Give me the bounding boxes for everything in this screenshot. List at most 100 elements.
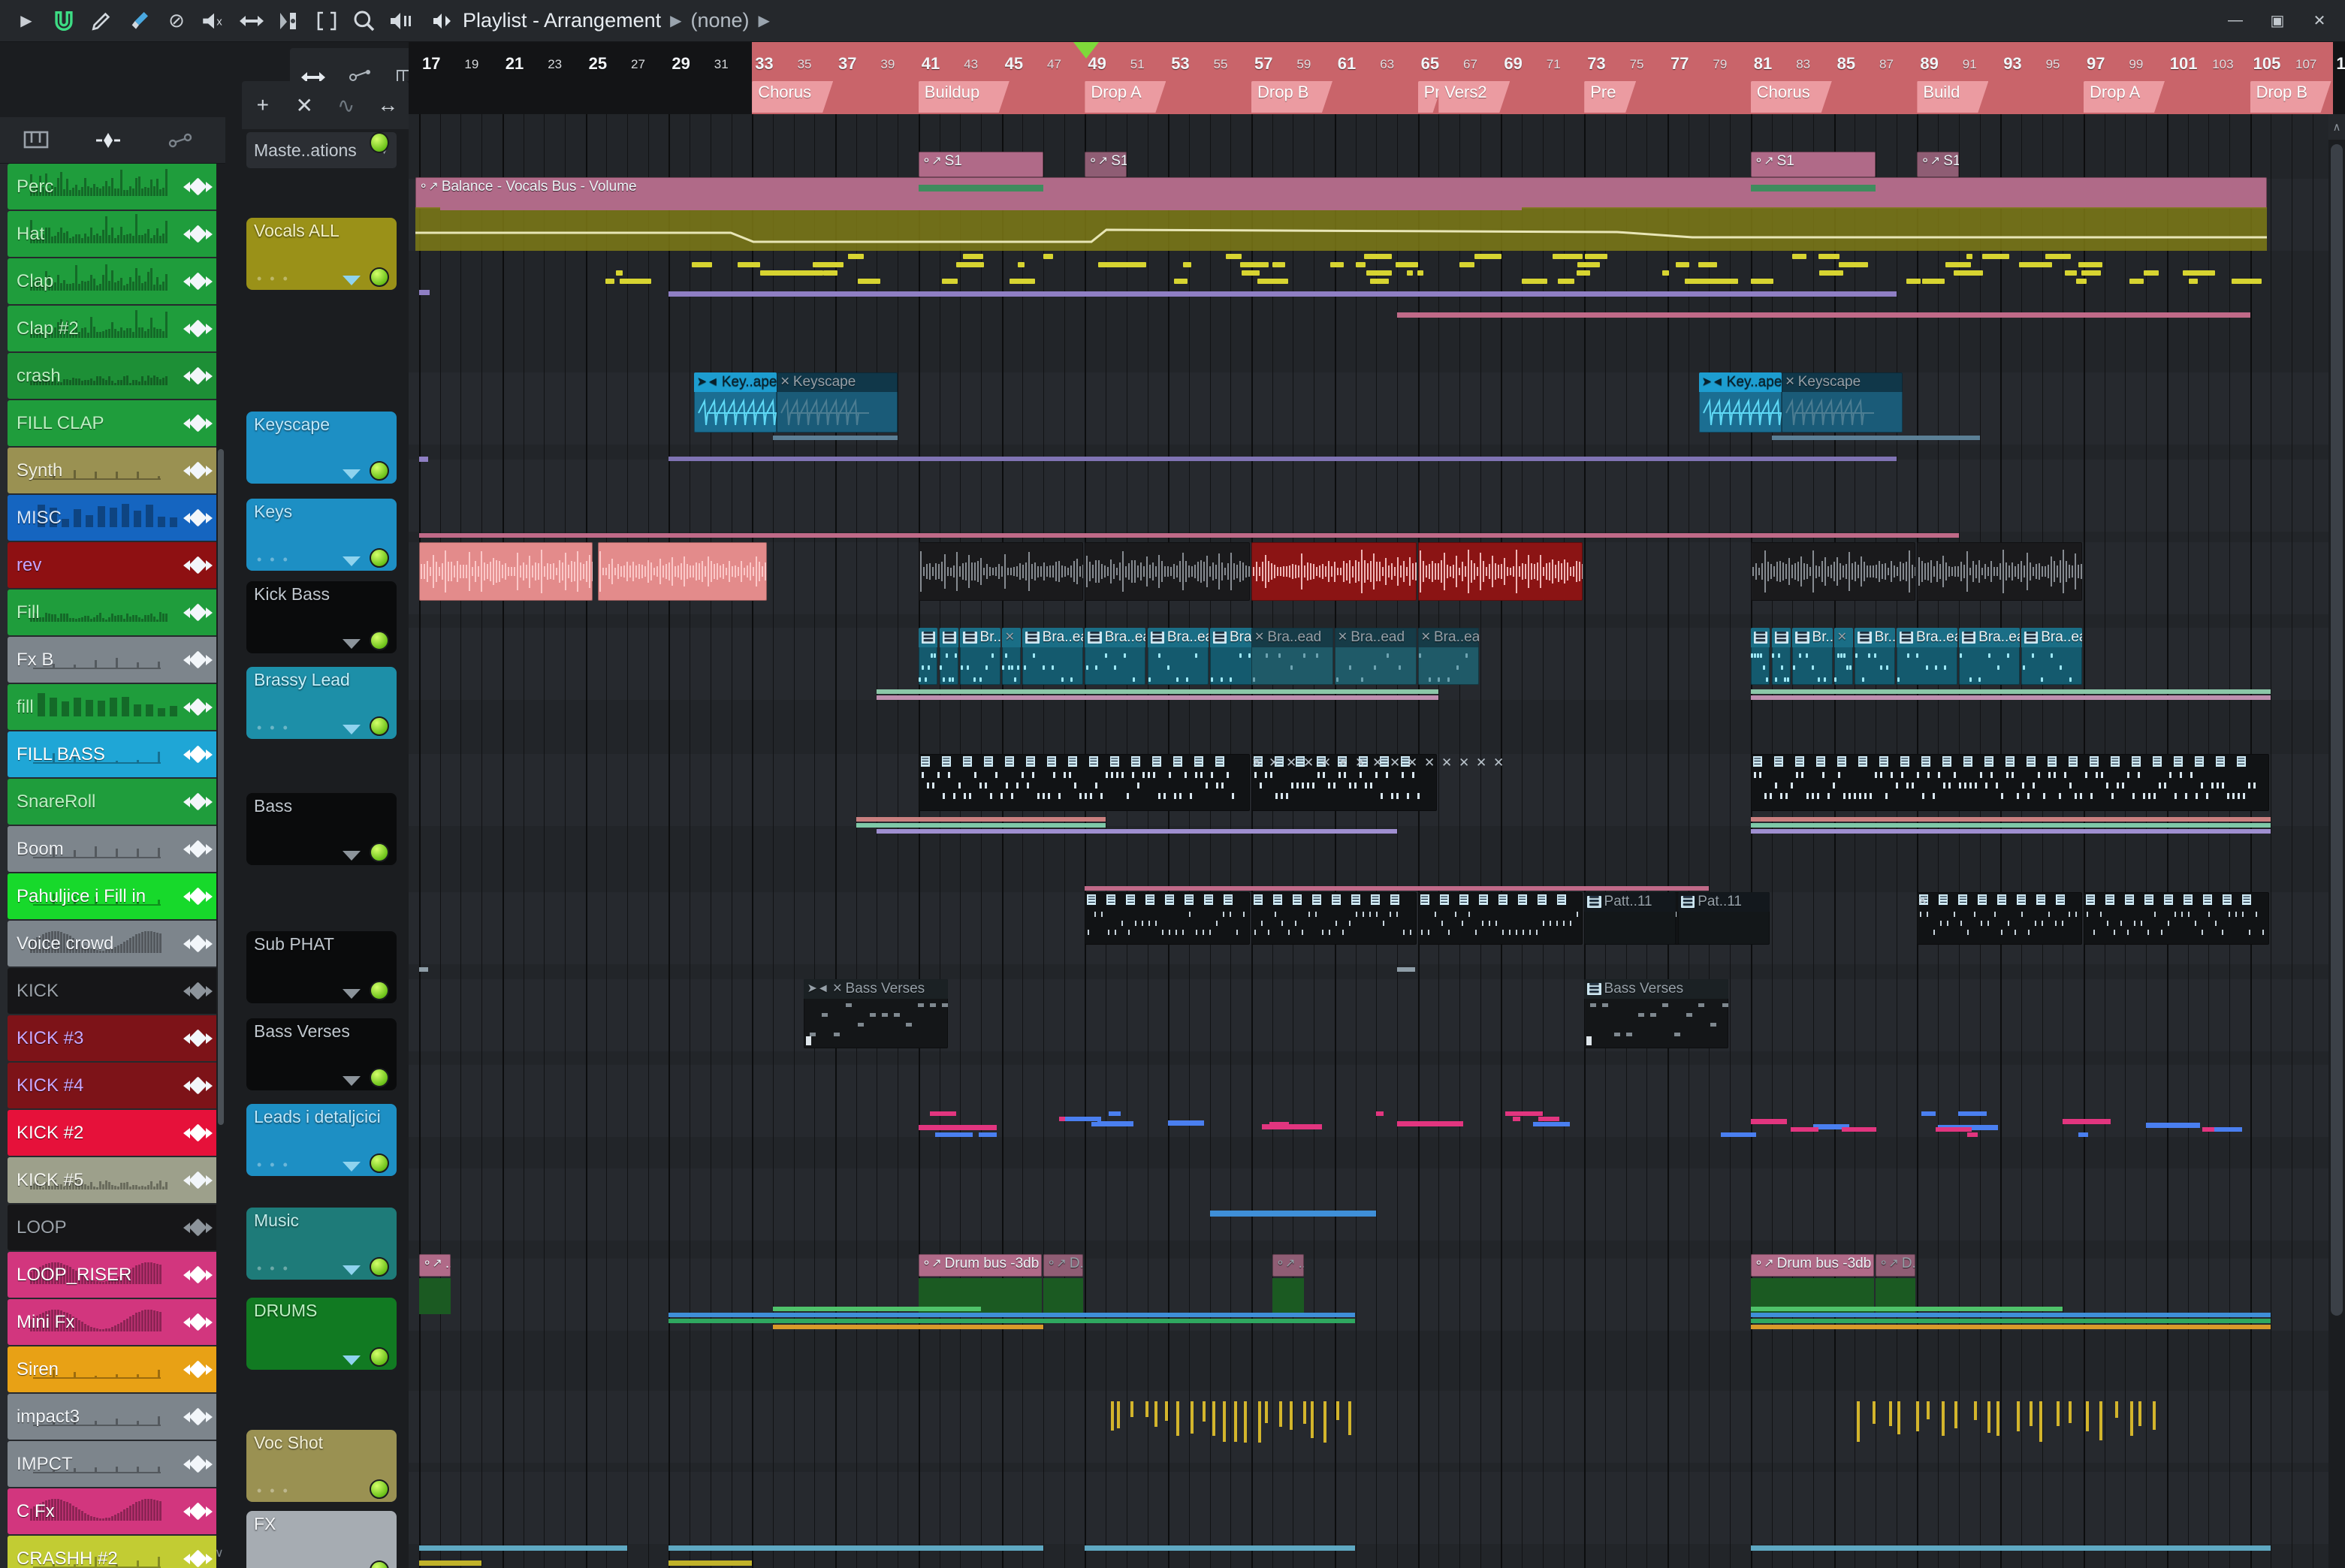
track-enable-led[interactable]	[370, 1153, 389, 1173]
track-enable-led[interactable]	[370, 1068, 389, 1087]
resize-track-button[interactable]: ↔	[367, 81, 409, 129]
clip-sub-phat[interactable]: ☰ ☰ ☰ ☰ ☰ ☰ ☰ ☰	[1417, 892, 1583, 945]
vertical-scrollbar-thumb[interactable]	[2331, 144, 2343, 1316]
channel-item-kick-2[interactable]: KICK #2	[8, 1110, 221, 1156]
track-header-leads-i-detaljcici[interactable]: Leads i detaljcici • • •	[246, 1104, 397, 1176]
automation-clip-drum-bus[interactable]: ⚬↗..b	[419, 1254, 451, 1277]
track-header-kick-bass[interactable]: Kick Bass	[246, 581, 397, 653]
track-enable-led[interactable]	[370, 267, 389, 287]
track-enable-led[interactable]	[370, 461, 389, 481]
timeline-marker[interactable]: Chorus	[1751, 81, 1832, 113]
clip-bass[interactable]: ☰ ☰ ☰ ☰ ☰ ☰ ☰ ☰ ☰ ☰ ☰ ☰ ☰ ☰ ☰	[918, 754, 1250, 811]
channel-pan-knob[interactable]	[180, 934, 215, 954]
channel-item-kick[interactable]: KICK	[8, 968, 221, 1014]
clip-bass-verses[interactable]: ➤◄ ✕ Bass Verses	[804, 979, 949, 1048]
track-header-sub-phat[interactable]: Sub PHAT	[246, 931, 397, 1003]
clip-kick-bass[interactable]	[1251, 542, 1417, 601]
track-menu-chevron-down-icon[interactable]	[343, 1162, 361, 1171]
track-enable-led[interactable]	[370, 631, 389, 650]
playlist-vertical-scrollbar[interactable]: ∧	[2328, 114, 2345, 1568]
track-enable-led[interactable]	[370, 1347, 389, 1367]
channel-pan-knob[interactable]	[180, 177, 215, 197]
track-header-keyscape[interactable]: Keyscape	[246, 412, 397, 484]
track-header-vocals-all[interactable]: Vocals ALL • • •	[246, 218, 397, 290]
channel-item-snareroll[interactable]: SnareRoll	[8, 779, 221, 825]
channel-item-clap-2[interactable]: Clap #2	[8, 306, 221, 351]
zoom-magnifier-icon[interactable]	[346, 2, 383, 40]
channel-item-synth[interactable]: Synth	[8, 448, 221, 493]
clip-sub-phat-pattern[interactable]: ☰ Pat..11	[1677, 892, 1770, 945]
clip-brassy-lead[interactable]: ☰Bra..ead	[1085, 628, 1146, 685]
channel-pan-knob[interactable]	[180, 1123, 215, 1143]
track-menu-chevron-down-icon[interactable]	[343, 725, 361, 734]
select-resize-icon[interactable]	[233, 2, 270, 40]
automation-clip-s1[interactable]: ⚬↗ S1	[1750, 152, 1876, 177]
timeline-marker[interactable]: Drop B	[2250, 81, 2331, 113]
clip-brassy-lead[interactable]: ☰Br..d	[1792, 628, 1833, 685]
clip-sub-phat[interactable]: ☰ ☰ ☰ ☰ ☰ ☰ ☰ ☰	[1917, 892, 2082, 945]
clip-brassy-lead[interactable]: ✕	[1833, 628, 1854, 685]
clip-kick-bass[interactable]	[1750, 542, 1916, 601]
playhead-marker[interactable]	[1073, 42, 1100, 59]
track-header-bass-verses[interactable]: Bass Verses	[246, 1018, 397, 1090]
timeline-marker[interactable]: Drop A	[1085, 81, 1166, 113]
clip-sub-phat-pattern[interactable]: ☰ Patt..11	[1584, 892, 1677, 945]
channel-pan-knob[interactable]	[180, 1076, 215, 1096]
piano-roll-icon[interactable]	[0, 117, 72, 164]
track-menu-chevron-down-icon[interactable]	[343, 276, 361, 285]
channel-pan-knob[interactable]	[180, 650, 215, 670]
automation-clip-drum-bus[interactable]: ⚬↗D..	[1043, 1254, 1084, 1277]
channel-pan-knob[interactable]	[180, 745, 215, 764]
pencil-draw-icon[interactable]	[83, 2, 120, 40]
arrangement-led[interactable]	[370, 132, 389, 153]
timeline-marker[interactable]: Build	[1917, 81, 1988, 113]
track-enable-led[interactable]	[370, 716, 389, 736]
channel-pan-knob[interactable]	[180, 982, 215, 1001]
track-header-voc-shot[interactable]: Voc Shot • • •	[246, 1430, 397, 1502]
automation-clip-drum-bus[interactable]: ⚬↗..b	[1272, 1254, 1304, 1277]
clip-brassy-lead[interactable]: ☰B..	[939, 628, 959, 685]
clip-keyscape[interactable]: ➤◄ Key..ape	[1698, 372, 1782, 433]
channel-item-fill-clap[interactable]: FILL CLAP	[8, 400, 221, 446]
waveform-icon[interactable]	[72, 117, 144, 164]
track-enable-led[interactable]	[370, 843, 389, 862]
channel-item-loop[interactable]: LOOP	[8, 1205, 221, 1250]
slice-cut-icon[interactable]: x	[195, 2, 233, 40]
channel-item-perc[interactable]: Perc	[8, 164, 221, 210]
channel-pan-knob[interactable]	[180, 556, 215, 575]
playlist-grid[interactable]: ⚬↗ Balance - Vocals Bus - Volume ⚬↗ S1 ⚬↗ S1 ⚬…	[409, 114, 2345, 1568]
clip-keyscape[interactable]: ✕ Keyscape	[777, 372, 898, 433]
channel-pan-knob[interactable]	[180, 1029, 215, 1048]
channel-pan-knob[interactable]	[180, 272, 215, 291]
channel-item-fx-b[interactable]: Fx B	[8, 637, 221, 683]
clip-bass[interactable]: ☰ ☰ ☰ ☰ ☰ ☰ ☰ ☰ ☰ ☰ ☰ ☰ ☰ ☰ ☰ ☰ ☰ ☰ ☰ ☰ ☰ ☰ ☰ ☰	[1750, 754, 2270, 811]
timeline-marker[interactable]: Buildup	[919, 81, 1010, 113]
channel-item-voice-crowd[interactable]: Voice crowd	[8, 921, 221, 966]
track-header-keys[interactable]: Keys • • •	[246, 499, 397, 571]
channel-item-crash[interactable]: crash	[8, 353, 221, 399]
channel-item-impact3[interactable]: impact3	[8, 1394, 221, 1440]
channel-pan-knob[interactable]	[180, 366, 215, 386]
channel-pan-knob[interactable]	[180, 603, 215, 623]
track-enable-led[interactable]	[370, 548, 389, 568]
magnet-snap-icon[interactable]	[45, 2, 83, 40]
track-header-drums[interactable]: DRUMS	[246, 1298, 397, 1370]
channel-pan-knob[interactable]	[180, 1455, 215, 1474]
chevron-down-icon[interactable]: ∨	[215, 1545, 224, 1560]
track-header-fx[interactable]: FX • • •	[246, 1511, 397, 1568]
clip-kick-bass[interactable]	[1085, 542, 1250, 601]
channel-pan-knob[interactable]	[180, 887, 215, 906]
automation-clip-drum-bus[interactable]: ⚬↗ Drum bus -3db	[918, 1254, 1042, 1277]
clip-kick-bass[interactable]	[918, 542, 1084, 601]
channel-pan-knob[interactable]	[180, 461, 215, 481]
channel-item-pahuljice-i-fill-in[interactable]: Pahuljice i Fill in	[8, 873, 221, 919]
paint-brush-icon[interactable]	[120, 2, 158, 40]
channel-pan-knob[interactable]	[180, 840, 215, 859]
clip-brassy-lead[interactable]: ☰Bra..ead	[1958, 628, 2020, 685]
playback-mode-icon[interactable]	[383, 2, 421, 40]
clip-brassy-lead[interactable]: ☰B..	[1771, 628, 1791, 685]
channel-pan-knob[interactable]	[180, 1265, 215, 1285]
clip-sub-phat[interactable]: ☰ ☰ ☰ ☰ ☰ ☰ ☰ ☰	[1251, 892, 1417, 945]
clip-sub-phat[interactable]: ☰ ☰ ☰ ☰ ☰ ☰ ☰ ☰	[1085, 892, 1250, 945]
timeline-marker[interactable]: Drop A	[2084, 81, 2165, 113]
